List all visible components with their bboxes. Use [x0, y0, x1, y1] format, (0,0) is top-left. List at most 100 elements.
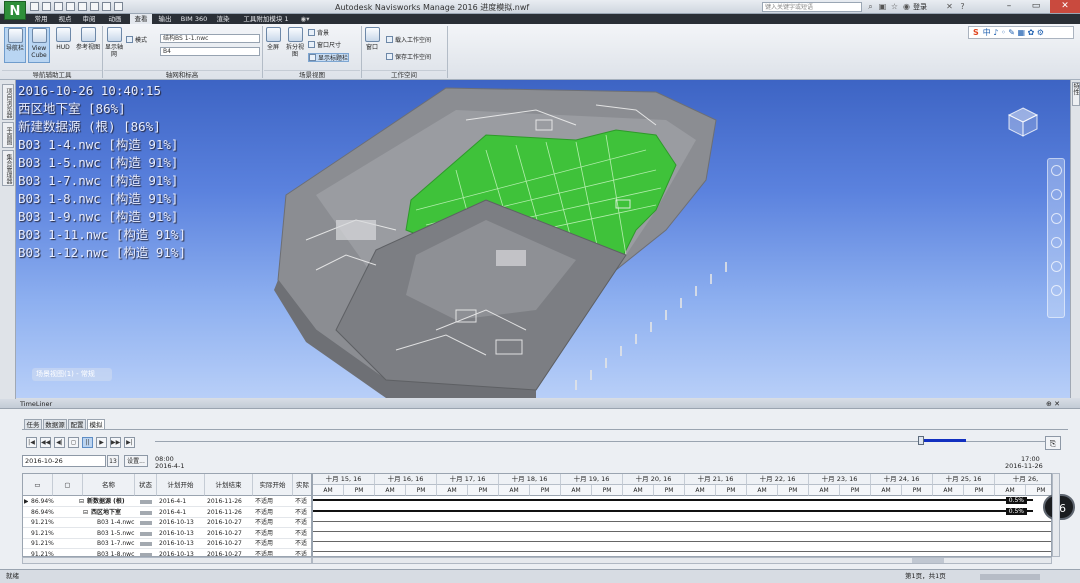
- tab-render[interactable]: 渲染: [212, 14, 234, 24]
- forward-end-button[interactable]: ▶|: [124, 437, 135, 448]
- stop-button[interactable]: ◻: [68, 437, 79, 448]
- level-combo[interactable]: 结构BS 1-1.nwc: [160, 34, 260, 43]
- table-row[interactable]: 91.21% B03 1-4.nwc 2016-10-13 2016-10-27 不适用…: [23, 518, 311, 528]
- windows-button[interactable]: 窗口: [364, 27, 380, 63]
- gantt-scroll-thumb[interactable]: [912, 558, 944, 563]
- gantt-bar-task[interactable]: [313, 521, 1051, 522]
- timeline-slider-handle[interactable]: [918, 436, 924, 445]
- save-icon[interactable]: [54, 2, 63, 11]
- reference-views-button[interactable]: 参考视图: [76, 27, 100, 63]
- tab-animation[interactable]: 动画: [102, 14, 128, 24]
- step-back-button[interactable]: ◀◀: [40, 437, 51, 448]
- gantt-bar-root[interactable]: [313, 499, 1033, 501]
- tab-project-browser[interactable]: 项目浏览器: [2, 84, 14, 120]
- pause-button[interactable]: ||: [82, 437, 93, 448]
- table-row[interactable]: 91.21% B03 1-7.nwc 2016-10-13 2016-10-27 不适用…: [23, 539, 311, 549]
- redo-icon[interactable]: [102, 2, 111, 11]
- ime-toolbar[interactable]: S中 ♪ ◦ ✎ ▦ ✿ ⚙: [968, 26, 1074, 39]
- select-icon[interactable]: [114, 2, 123, 11]
- col-header-pct[interactable]: ▭: [23, 474, 53, 496]
- tab-output[interactable]: 输出: [154, 14, 176, 24]
- background-button[interactable]: 背景: [308, 29, 329, 38]
- fullscreen-button[interactable]: 全屏: [265, 27, 281, 63]
- orbit-icon[interactable]: [1051, 237, 1062, 248]
- steering-wheel-icon[interactable]: [1051, 165, 1062, 176]
- col-header-planned-start[interactable]: 计划开始: [157, 474, 205, 496]
- show-title-button[interactable]: 显示标题栏: [308, 53, 350, 62]
- viewcube-icon[interactable]: [1003, 102, 1043, 142]
- play-button[interactable]: ▶: [96, 437, 107, 448]
- col-header-actual-end[interactable]: 实际: [293, 474, 311, 496]
- tab-review[interactable]: 审阅: [78, 14, 100, 24]
- col-header-status[interactable]: 状态: [135, 474, 157, 496]
- cart-icon[interactable]: ▣: [878, 2, 887, 11]
- expand-toggle-icon[interactable]: ⊟: [77, 497, 85, 507]
- undo-icon[interactable]: [90, 2, 99, 11]
- look-icon[interactable]: [1051, 261, 1062, 272]
- gantt-bar-task[interactable]: [313, 551, 1051, 552]
- calendar-button[interactable]: 13: [107, 455, 119, 467]
- refresh-icon[interactable]: [78, 2, 87, 11]
- tab-bim360[interactable]: BIM 360: [178, 14, 210, 24]
- table-row[interactable]: 91.21% B03 1-8.nwc 2016-10-13 2016-10-27 不适用…: [23, 550, 311, 556]
- window-size-button[interactable]: 窗口尺寸: [308, 41, 341, 50]
- settings-button[interactable]: 设置...: [124, 455, 148, 467]
- scene-viewport[interactable]: 2016-10-26 10:40:15 西区地下室 [86%] 新建数据源 (根…: [16, 80, 1070, 398]
- pan-icon[interactable]: [1051, 189, 1062, 200]
- tab-addins[interactable]: 工具附加模块 1: [238, 14, 294, 24]
- gantt-day-header: 十月 19, 16: [561, 474, 623, 485]
- gantt-bar-task[interactable]: [313, 541, 1051, 542]
- split-view-button[interactable]: 拆分视图: [285, 27, 305, 63]
- walk-icon[interactable]: [1051, 285, 1062, 296]
- show-grid-button[interactable]: 显示轴网: [105, 27, 123, 63]
- export-animation-icon[interactable]: ⎘: [1045, 436, 1061, 450]
- pin-icon[interactable]: ⊕ ✕: [1046, 400, 1060, 408]
- open-file-icon[interactable]: [42, 2, 51, 11]
- tab-sets-manager[interactable]: 集合管理器: [2, 150, 14, 186]
- col-header-name[interactable]: 名称: [83, 474, 135, 496]
- tab-properties[interactable]: 特性: [1072, 82, 1080, 106]
- table-row[interactable]: 86.94% 西区地下室 ⊟ 2016-4-1 2016-11-26 不适用 不适: [23, 508, 311, 518]
- tab-viewpoint[interactable]: 视点: [54, 14, 76, 24]
- col-header-actual-start[interactable]: 实际开始: [253, 474, 293, 496]
- gantt-bar-west-basement[interactable]: [313, 510, 1033, 512]
- timeline-track[interactable]: [155, 441, 1045, 442]
- expand-toggle-icon[interactable]: ⊟: [81, 508, 89, 518]
- gantt-chart[interactable]: 十月 15, 16 AM PM 十月 16, 16 AM PM 十月 17, 16 AM PM 十…: [312, 473, 1052, 557]
- search-input[interactable]: 键入关键字或短语: [762, 2, 862, 12]
- viewcube-button[interactable]: View Cube: [28, 27, 50, 63]
- current-date-field[interactable]: 2016-10-26: [22, 455, 106, 467]
- grid-horizontal-scrollbar[interactable]: [22, 557, 312, 564]
- minimize-button[interactable]: –: [996, 0, 1022, 13]
- help-icon[interactable]: ?: [958, 2, 967, 11]
- level2-combo[interactable]: B4: [160, 47, 260, 56]
- star-icon[interactable]: ☆: [890, 2, 899, 11]
- reverse-play-button[interactable]: ◀|: [54, 437, 65, 448]
- navbar-button[interactable]: 导航栏: [4, 27, 26, 63]
- gantt-bar-task[interactable]: [313, 531, 1051, 532]
- step-forward-button[interactable]: ▶▶: [110, 437, 121, 448]
- save-workspace-button[interactable]: 保存工作空间: [386, 53, 431, 62]
- tab-plan-view[interactable]: 平面图: [2, 122, 14, 148]
- tab-home[interactable]: 常用: [30, 14, 52, 24]
- print-icon[interactable]: [66, 2, 75, 11]
- exchange-icon[interactable]: ✕: [945, 2, 954, 11]
- close-button[interactable]: ✕: [1050, 0, 1080, 13]
- maximize-button[interactable]: ▭: [1023, 0, 1049, 13]
- zoom-icon[interactable]: [1051, 213, 1062, 224]
- table-row[interactable]: 91.21% B03 1-5.nwc 2016-10-13 2016-10-27 不适用…: [23, 529, 311, 539]
- rewind-start-button[interactable]: |◀: [26, 437, 37, 448]
- col-header-planned-end[interactable]: 计划结束: [205, 474, 253, 496]
- vertical-scrollbar[interactable]: [1052, 473, 1060, 557]
- load-workspace-button[interactable]: 载入工作空间: [386, 36, 431, 45]
- app-menu-button[interactable]: N: [4, 1, 26, 20]
- col-header-comment[interactable]: ▢: [53, 474, 83, 496]
- table-row[interactable]: ▶86.94% 新数据源 (根)⊟ 2016-4-1 2016-11-26 不适用 不适: [23, 497, 311, 507]
- binoculars-icon[interactable]: ⌕: [866, 2, 875, 11]
- new-file-icon[interactable]: [30, 2, 39, 11]
- tab-overflow-icon[interactable]: ◉▾: [298, 14, 312, 24]
- hud-button[interactable]: HUD: [52, 27, 74, 63]
- grid-mode-button[interactable]: 模式: [126, 36, 147, 45]
- sign-in-link[interactable]: 登录: [913, 2, 927, 12]
- tab-view[interactable]: 查看: [130, 14, 152, 24]
